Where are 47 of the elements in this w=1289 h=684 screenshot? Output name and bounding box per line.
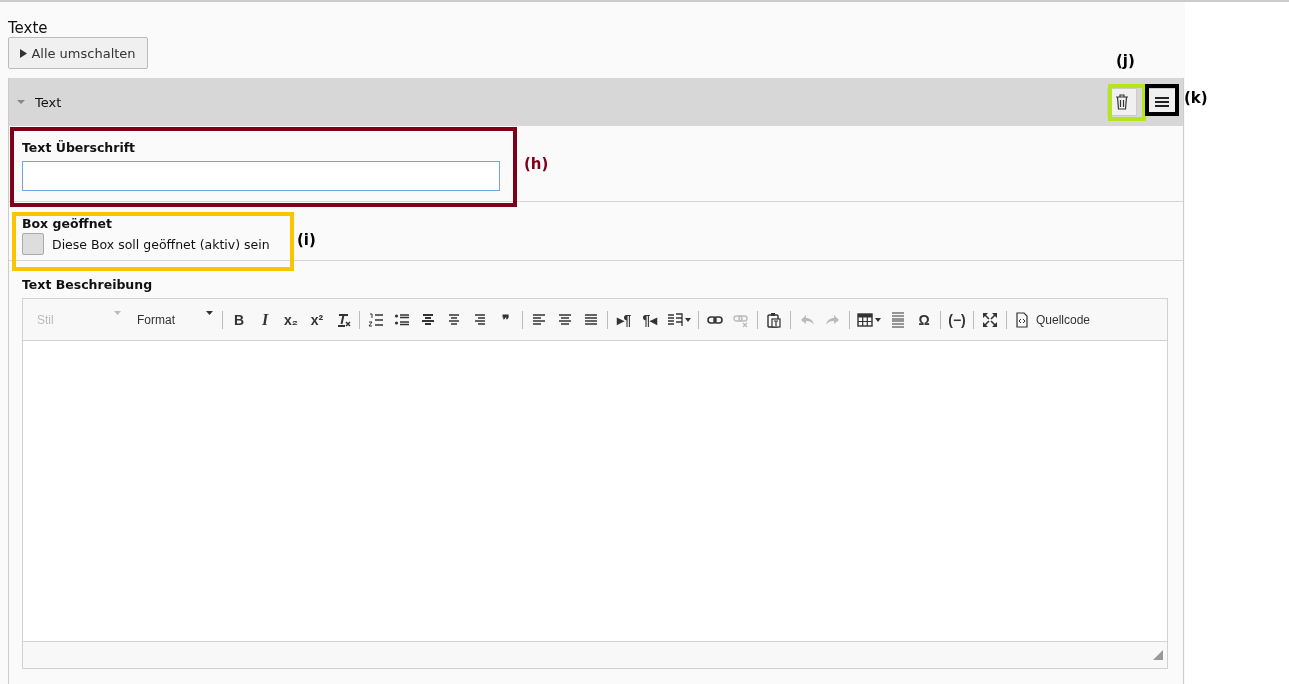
toolbar-button[interactable]: B [226, 306, 252, 333]
annotation-label: (h) [524, 155, 549, 173]
centered-lines-icon [472, 311, 488, 328]
panel-title: Text [35, 94, 62, 110]
toolbar-button[interactable]: Quellcode [1010, 306, 1095, 333]
table-icon [857, 311, 873, 328]
annotation-label: (j) [1116, 52, 1135, 70]
toolbar-button[interactable]: (−) [944, 306, 970, 333]
remove-format-icon [335, 311, 351, 328]
toolbar-button[interactable]: ❞ [493, 306, 519, 333]
play-icon [20, 48, 28, 58]
clipboard-icon [766, 311, 782, 328]
toolbar-button[interactable]: x² [304, 306, 330, 333]
align-center-icon [557, 311, 573, 328]
caret-down-icon [875, 317, 881, 322]
toolbar-button[interactable]: x₂ [278, 306, 304, 333]
checkbox-label: Diese Box soll geöffnet (aktiv) sein [52, 236, 270, 252]
caret-down-icon [206, 310, 213, 315]
input-field[interactable] [22, 161, 500, 191]
toolbar-button[interactable]: ¶◂ [637, 306, 663, 333]
caret-down-icon [685, 317, 691, 322]
numbered-list-icon [368, 311, 384, 328]
checkbox[interactable] [22, 233, 44, 255]
bullet-list-icon [394, 311, 410, 328]
trash-icon [1115, 94, 1129, 110]
align-left-icon [531, 311, 547, 328]
justify-icon [583, 311, 599, 328]
toolbar-button[interactable]: ▸¶ [611, 306, 637, 333]
field-label: Box geöffnet [22, 216, 113, 231]
maximize-icon [982, 311, 998, 328]
field-label: Text Beschreibung [22, 277, 153, 292]
annotation-label: (k) [1184, 89, 1208, 107]
annotation-label: (i) [297, 231, 316, 249]
toggle-all-button[interactable]: Alle umschalten [8, 37, 148, 69]
source-icon [1014, 311, 1030, 328]
centered-lines-icon [420, 311, 436, 328]
centered-lines-icon [446, 311, 462, 328]
section-title: Texte [8, 19, 49, 37]
menu-icon [1155, 97, 1169, 107]
caret-down-icon [114, 310, 121, 315]
horizontal-line-icon [890, 311, 906, 328]
dropdown[interactable]: Format [127, 305, 219, 334]
toolbar-button[interactable]: Ω [911, 306, 937, 333]
resize-handle-icon[interactable] [1153, 650, 1163, 660]
language-icon [667, 311, 683, 328]
toolbar-button[interactable]: I [252, 306, 278, 333]
field-label: Text Überschrift [22, 140, 136, 155]
